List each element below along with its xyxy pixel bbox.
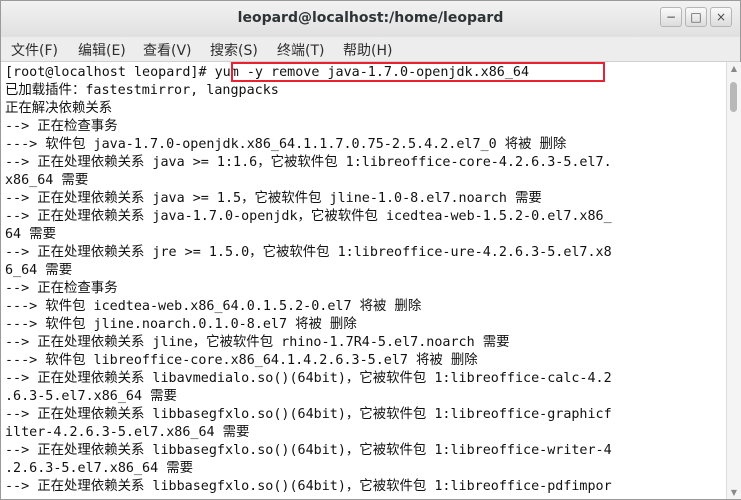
output-line: 正在解决依赖关系 [5,101,113,116]
output-line: --> 正在处理依赖关系 jline，它被软件包 rhino-1.7R4-5.e… [5,335,510,350]
output-line: --> 正在检查事务 [5,281,118,296]
output-line: .2.6.3-5.el7.x86_64 需要 [5,461,194,476]
menu-terminal[interactable]: 终端(T) [277,40,324,60]
output-line: --> 正在处理依赖关系 java >= 1:1.6，它被软件包 1:libre… [5,155,612,170]
vertical-scrollbar[interactable]: ▲ ▼ [726,62,741,499]
menu-file[interactable]: 文件(F) [11,40,58,60]
output-line: --> 正在处理依赖关系 libbasegfxlo.so()(64bit)，它被… [5,443,612,458]
output-line: 6_64 需要 [5,263,73,278]
output-line: --> 正在处理依赖关系 java >= 1.5，它被软件包 jline-1.0… [5,191,542,206]
output-line: 64 需要 [5,227,56,242]
menu-edit[interactable]: 编辑(E) [78,40,126,60]
title-bar[interactable]: leopard@localhost:/home/leopard − □ × [1,1,740,38]
output-line: --> 正在处理依赖关系 libavmedialo.so()(64bit)，它被… [5,371,612,386]
menu-bar: 文件(F) 编辑(E) 查看(V) 搜索(S) 终端(T) 帮助(H) [1,37,740,62]
command-highlight-box [231,62,605,82]
output-line: --> 正在检查事务 [5,119,118,134]
window-controls: − □ × [660,7,732,27]
output-line: ---> 软件包 java-1.7.0-openjdk.x86_64.1.1.7… [5,137,567,152]
menu-search[interactable]: 搜索(S) [210,40,258,60]
output-line: ---> 软件包 icedtea-web.x86_64.0.1.5.2-0.el… [5,299,422,314]
output-line: .6.3-5.el7.x86_64 需要 [5,389,177,404]
scrollbar-thumb[interactable] [730,82,737,112]
output-line: ---> 软件包 jline.noarch.0.1.0-8.el7 将被 删除 [5,317,357,332]
window-title: leopard@localhost:/home/leopard [237,10,504,26]
minimize-button[interactable]: − [660,7,682,27]
menu-view[interactable]: 查看(V) [143,40,192,60]
output-line: ---> 软件包 libreoffice-core.x86_64.1.4.2.6… [5,353,478,368]
scroll-down-icon[interactable]: ▼ [729,488,739,497]
output-line: --> 正在处理依赖关系 java-1.7.0-openjdk，它被软件包 ic… [5,209,612,224]
shell-prompt: [root@localhost leopard]# [5,65,215,80]
output-line: ilter-4.2.6.3-5.el7.x86_64 需要 [5,425,250,440]
menu-help[interactable]: 帮助(H) [343,40,392,60]
scroll-up-icon[interactable]: ▲ [729,64,739,73]
output-line: --> 正在处理依赖关系 libbasegfxlo.so()(64bit)，它被… [5,479,612,494]
output-line: --> 正在处理依赖关系 jre >= 1.5.0，它被软件包 1:libreo… [5,245,612,260]
maximize-button[interactable]: □ [685,7,707,27]
output-line: 已加载插件：fastestmirror, langpacks [5,83,279,98]
output-line: x86_64 需要 [5,173,89,188]
close-button[interactable]: × [710,7,732,27]
terminal-output[interactable]: [root@localhost leopard]# yum -y remove … [1,62,726,499]
terminal-window: leopard@localhost:/home/leopard − □ × 文件… [0,0,741,500]
output-line: --> 正在处理依赖关系 libbasegfxlo.so()(64bit)，它被… [5,407,612,422]
